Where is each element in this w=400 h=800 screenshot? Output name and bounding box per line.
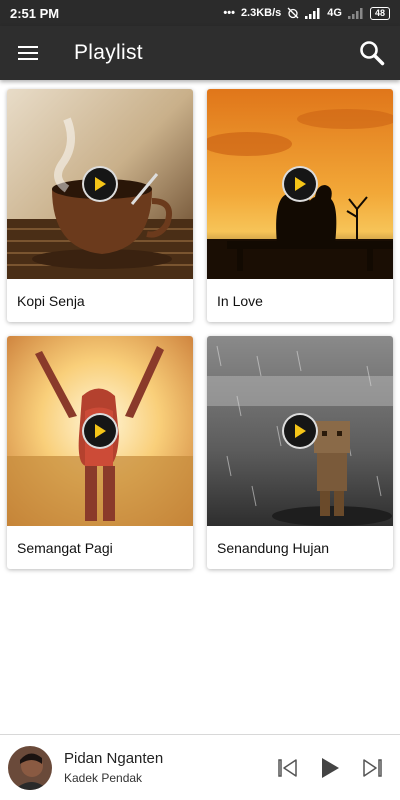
search-button[interactable] (344, 26, 400, 80)
play-button[interactable] (282, 166, 318, 202)
play-button[interactable] (82, 413, 118, 449)
status-bar: 2:51 PM ••• 2.3KB/s 4G 48 (0, 0, 400, 26)
play-icon (295, 177, 306, 191)
play-icon (295, 424, 306, 438)
app-bar: Playlist (0, 26, 400, 80)
page-title: Playlist (74, 41, 143, 64)
battery-indicator: 48 (369, 6, 390, 20)
play-icon (95, 177, 106, 191)
play-button[interactable] (82, 166, 118, 202)
card-title: Senandung Hujan (217, 539, 330, 556)
notification-dots: ••• (223, 7, 235, 19)
playlist-card[interactable]: Kopi Senja (7, 89, 193, 322)
menu-button[interactable] (0, 26, 56, 80)
playback-controls (274, 754, 400, 782)
play-button[interactable] (282, 413, 318, 449)
playlist-card[interactable]: Senandung Hujan (207, 336, 393, 569)
play-pause-button[interactable] (316, 754, 344, 782)
play-icon (95, 424, 106, 438)
playlist-grid: Kopi Senja In Love Semangat Pagi Senandu… (0, 80, 400, 569)
status-indicators: ••• 2.3KB/s 4G 48 (223, 6, 390, 20)
signal-weak-icon (347, 7, 363, 19)
card-title: Semangat Pagi (17, 539, 113, 556)
card-title: Kopi Senja (17, 292, 85, 309)
track-info: Pidan Nganten Kadek Pendak (64, 750, 163, 785)
now-playing-avatar (8, 745, 52, 790)
network-speed: 2.3KB/s (240, 7, 282, 19)
signal-icon (305, 7, 320, 19)
card-thumbnail (207, 89, 393, 279)
next-button[interactable] (358, 754, 386, 782)
skip-next-icon (363, 758, 382, 777)
previous-button[interactable] (274, 754, 302, 782)
hamburger-icon (18, 46, 38, 60)
card-thumbnail (7, 89, 193, 279)
playlist-card[interactable]: In Love (207, 89, 393, 322)
search-icon (360, 41, 385, 66)
track-artist: Kadek Pendak (64, 771, 143, 785)
card-title: In Love (217, 292, 263, 309)
alarm-off-icon (287, 7, 299, 19)
network-type: 4G (327, 7, 342, 19)
track-title: Pidan Nganten (64, 750, 164, 767)
card-thumbnail (7, 336, 193, 526)
card-thumbnail (207, 336, 393, 526)
play-icon (322, 757, 339, 778)
skip-previous-icon (278, 758, 297, 777)
playlist-card[interactable]: Semangat Pagi (7, 336, 193, 569)
artist-photo (8, 745, 52, 790)
status-time: 2:51 PM (10, 5, 60, 21)
now-playing-bar[interactable]: Pidan Nganten Kadek Pendak (0, 734, 400, 800)
